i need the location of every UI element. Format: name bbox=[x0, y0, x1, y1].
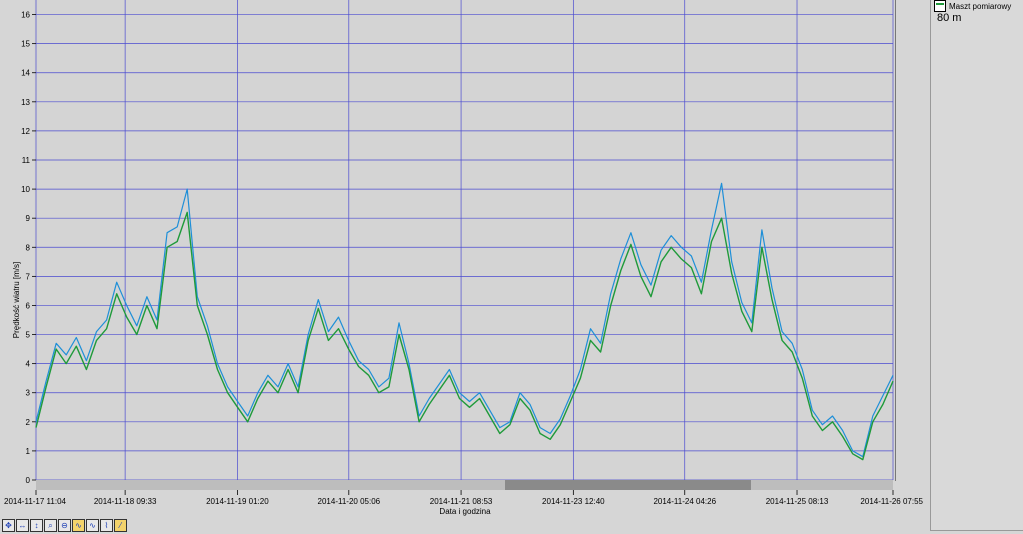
y-tick-label: 15 bbox=[21, 40, 30, 49]
line-icon[interactable]: ⁄ bbox=[114, 519, 127, 532]
y-tick-label: 11 bbox=[22, 156, 31, 165]
x-tick-label: 2014-11-18 09:33 bbox=[94, 497, 157, 506]
x-axis: 2014-11-17 11:04 2014-11-18 09:33 2014-11-… bbox=[4, 490, 924, 506]
y-tick-label: 2 bbox=[26, 418, 31, 427]
x-tick-label: 2014-11-20 05:06 bbox=[318, 497, 381, 506]
legend-label: Maszt pomiarowy bbox=[949, 1, 1012, 11]
x-tick-label: 2014-11-21 08:53 bbox=[430, 497, 493, 506]
zoom-icon[interactable]: ⌕ bbox=[44, 519, 57, 532]
legend-height-value: 80 m bbox=[937, 12, 962, 24]
x-tick-label: 2014-11-25 08:13 bbox=[766, 497, 829, 506]
series-group bbox=[35, 182, 894, 461]
y-tick-label: 14 bbox=[21, 69, 30, 78]
y-tick-label: 4 bbox=[26, 360, 31, 369]
y-tick-label: 13 bbox=[21, 98, 30, 107]
y-tick-label: 0 bbox=[26, 476, 31, 485]
x-tick-label: 2014-11-17 11:04 bbox=[4, 497, 67, 506]
x-tick-label: 2014-11-19 01:20 bbox=[206, 497, 269, 506]
x-tick-label: 2014-11-26 07:55 bbox=[860, 497, 923, 506]
legend-swatch-icon bbox=[934, 0, 946, 12]
series-line-green bbox=[35, 211, 894, 461]
series-line-blue bbox=[35, 182, 894, 458]
time-scrollbar-track[interactable] bbox=[36, 480, 893, 490]
zoom-y-icon[interactable]: ↕ bbox=[30, 519, 43, 532]
x-tick-label: 2014-11-23 12:40 bbox=[542, 497, 605, 506]
pan-icon[interactable]: ✥ bbox=[2, 519, 15, 532]
y-tick-label: 9 bbox=[26, 214, 31, 223]
series-icon[interactable]: ∿ bbox=[72, 519, 85, 532]
y-tick-label: 12 bbox=[21, 127, 30, 136]
legend-panel: Maszt pomiarowy 80 m bbox=[930, 0, 1023, 531]
time-scrollbar-thumb[interactable] bbox=[505, 480, 751, 490]
y-tick-label: 8 bbox=[26, 243, 31, 252]
series-alt-icon[interactable]: ∿ bbox=[86, 519, 99, 532]
y-tick-label: 3 bbox=[26, 389, 31, 398]
grid bbox=[35, 0, 894, 481]
zoom-out-icon[interactable]: ⊖ bbox=[58, 519, 71, 532]
x-tick-label: 2014-11-24 04:26 bbox=[653, 497, 716, 506]
trend-icon[interactable]: ⌇ bbox=[100, 519, 113, 532]
y-tick-label: 10 bbox=[21, 185, 30, 194]
y-tick-label: 7 bbox=[26, 272, 31, 281]
y-axis-title: Prędkość wiatru [m/s] bbox=[12, 262, 21, 338]
chart-toolbar: ✥ ↔ ↕ ⌕ ⊖ ∿ ∿ ⌇ ⁄ bbox=[2, 519, 127, 532]
y-tick-label: 6 bbox=[26, 301, 31, 310]
y-tick-label: 16 bbox=[21, 11, 30, 20]
y-tick-label: 5 bbox=[26, 331, 31, 340]
zoom-x-icon[interactable]: ↔ bbox=[16, 519, 29, 532]
x-axis-title: Data i godzina bbox=[439, 507, 491, 516]
y-axis: 012345678910111213141516 bbox=[21, 11, 36, 485]
legend-entry[interactable]: Maszt pomiarowy bbox=[934, 0, 1011, 12]
wind-speed-chart: 012345678910111213141516 2014-11-17 11:0… bbox=[4, 0, 924, 516]
y-tick-label: 1 bbox=[26, 447, 31, 456]
